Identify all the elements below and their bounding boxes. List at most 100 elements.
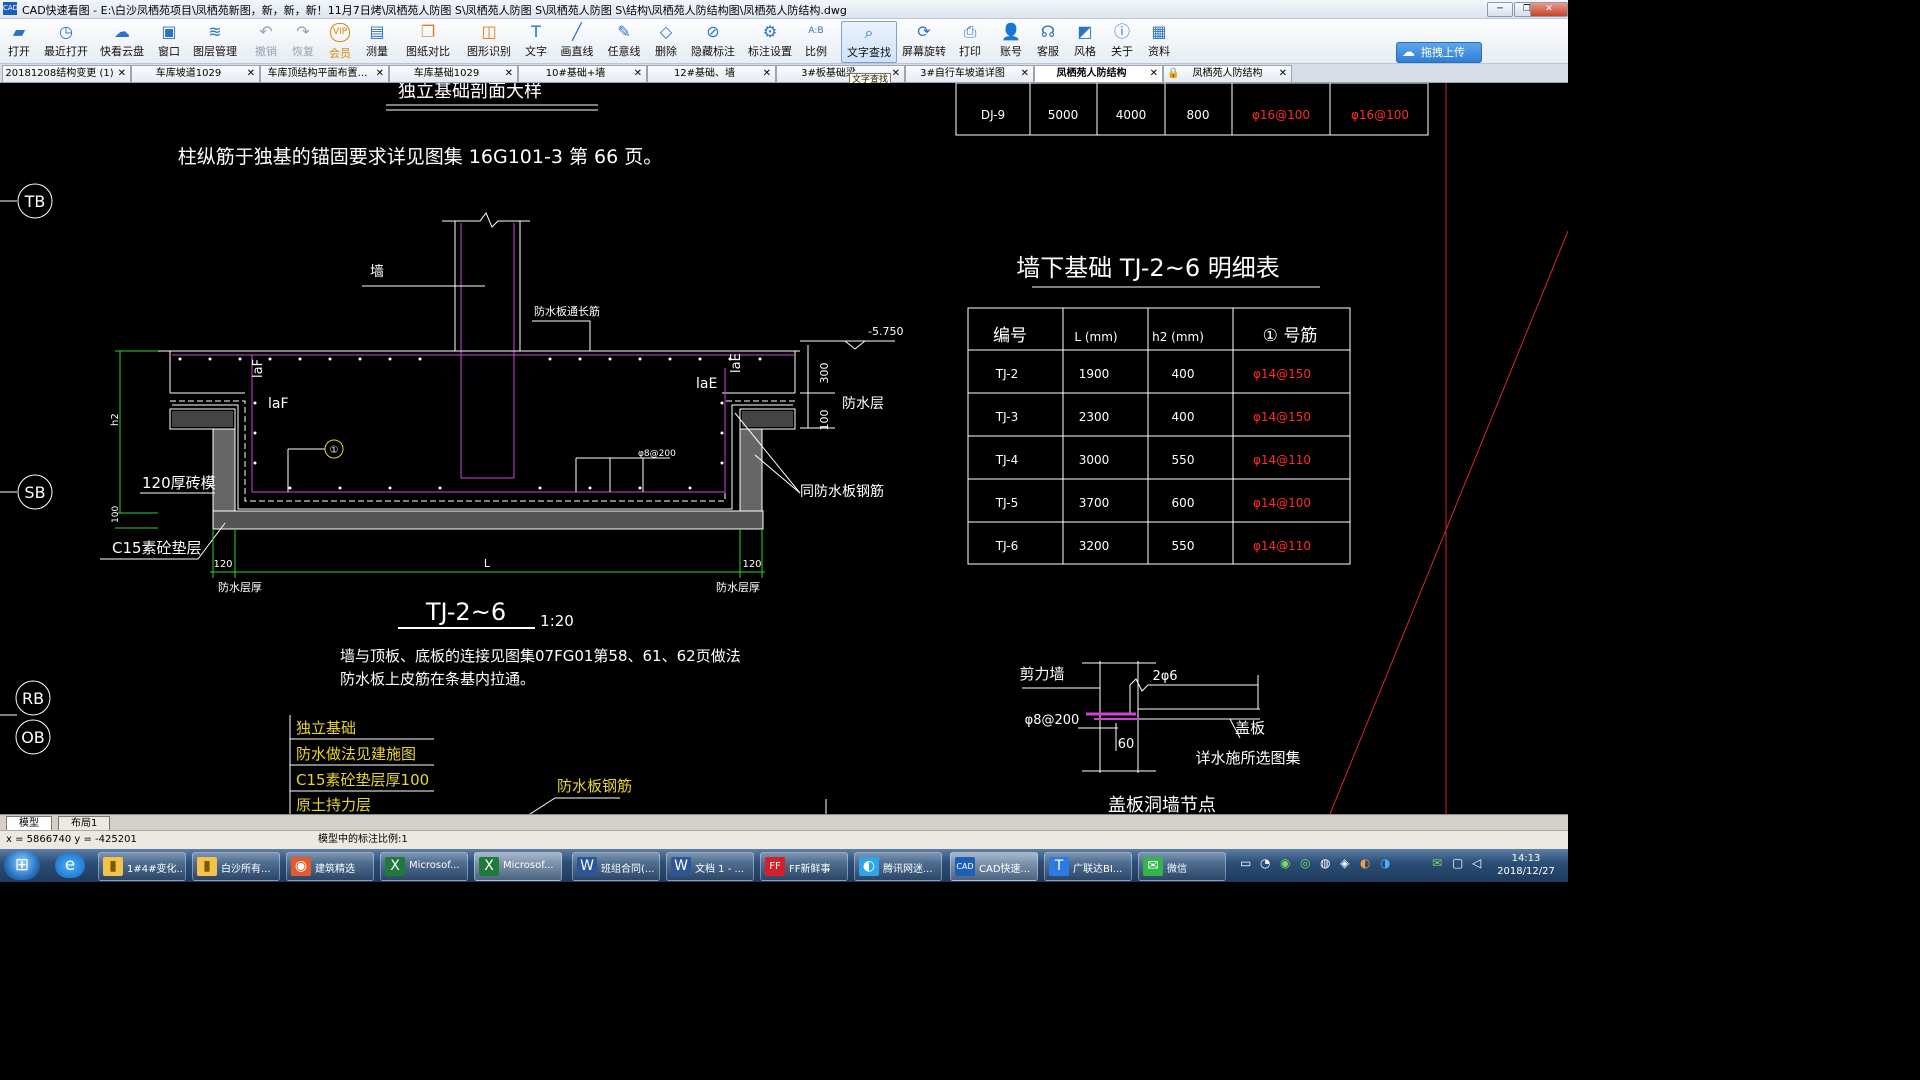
recognize-button[interactable]: ◫ 图形识别 bbox=[466, 21, 512, 61]
compare-button[interactable]: ❐ 图纸对比 bbox=[405, 21, 451, 61]
drawing-canvas[interactable]: 独立基础剖面大样 柱纵筋于独基的锚固要求详见图集 16G101-3 第 66 页… bbox=[0, 83, 1568, 814]
style-button[interactable]: ◩ 风格 bbox=[1072, 21, 1098, 61]
undo-button[interactable]: ↶ 撤销 bbox=[253, 21, 279, 61]
tray-app-icon-3[interactable]: ◐ bbox=[1360, 856, 1370, 870]
label-detail-reference: 详水施所选图集 bbox=[1195, 749, 1300, 767]
taskbar-item[interactable]: X Microsof... bbox=[380, 852, 468, 881]
service-button[interactable]: ☊ 客服 bbox=[1035, 21, 1061, 61]
detail-title: TJ-2~6 bbox=[425, 598, 506, 626]
doc-tab-active[interactable]: 凤栖苑人防结构 ✕ bbox=[1034, 65, 1163, 82]
resources-button[interactable]: ▦ 资料 bbox=[1146, 21, 1172, 61]
scale-button[interactable]: A:B 比例 bbox=[803, 21, 829, 61]
window-button[interactable]: ▣ 窗口 bbox=[154, 21, 184, 61]
ie-icon[interactable]: e bbox=[55, 853, 85, 878]
doc-tab[interactable]: 车库坡道1029 ✕ bbox=[131, 65, 260, 82]
taskbar-item-active[interactable]: X Microsof... bbox=[474, 852, 562, 881]
ruler-icon: ▤ bbox=[369, 22, 385, 41]
layers-button[interactable]: ≋ 图层管理 bbox=[193, 21, 237, 61]
document-tabs: 20181208结构变更 (1) ✕ 车库坡道1029 ✕ 车库顶结构平面布置… ✕ … bbox=[0, 64, 1568, 83]
monitor-icon[interactable]: ▢ bbox=[1452, 856, 1463, 870]
tab-close-icon[interactable]: ✕ bbox=[1021, 66, 1029, 82]
layout1-tab[interactable]: 布局1 bbox=[58, 816, 111, 831]
green-app-icon[interactable]: ◉ bbox=[1280, 856, 1290, 870]
redo-button[interactable]: ↷ 恢复 bbox=[290, 21, 316, 61]
delete-button[interactable]: ◇ 删除 bbox=[653, 21, 679, 61]
app-icon: CAD bbox=[3, 2, 18, 15]
taskbar-item[interactable]: ▮ 1#4#变化... bbox=[98, 852, 186, 881]
taskbar-item[interactable]: ◐ 腾讯网迷... bbox=[854, 852, 942, 881]
taskbar-item[interactable]: ▮ 白沙所有... bbox=[192, 852, 280, 881]
doc-tab[interactable]: 车库基础1029 ✕ bbox=[389, 65, 518, 82]
clock-date: 2018/12/27 bbox=[1497, 866, 1555, 877]
close-button[interactable]: ✕ bbox=[1530, 2, 1568, 17]
keyboard-icon[interactable]: ▭ bbox=[1240, 856, 1251, 870]
doc-tab[interactable]: 车库顶结构平面布置… ✕ bbox=[260, 65, 389, 82]
doc-tab[interactable]: 10#基础+墙 ✕ bbox=[518, 65, 647, 82]
tab-close-icon[interactable]: ✕ bbox=[376, 66, 384, 82]
main-toolbar: ▰ 打开 ◷ 最近打开 ☁ 快看云盘 ▣ 窗口 ≋ 图层管理 ↶ 撤销 ↷ 恢复 VIP 会员 … bbox=[0, 19, 1568, 64]
minimize-button[interactable]: ─ bbox=[1487, 2, 1513, 17]
hide-button[interactable]: ⊘ 隐藏标注 bbox=[690, 21, 736, 61]
style-icon: ◩ bbox=[1077, 22, 1093, 41]
recent-button[interactable]: ◷ 最近打开 bbox=[42, 21, 90, 61]
doc-tab[interactable]: 20181208结构变更 (1) ✕ bbox=[2, 65, 131, 82]
clock[interactable]: 14:13 2018/12/27 bbox=[1490, 852, 1562, 878]
vip-icon: VIP bbox=[330, 23, 350, 42]
word-icon: W bbox=[671, 857, 691, 876]
t-icon: T bbox=[1049, 857, 1069, 876]
doc-tab[interactable]: 🔒 凤栖苑人防结构 ✕ bbox=[1163, 65, 1292, 82]
open-button[interactable]: ▰ 打开 bbox=[4, 21, 34, 61]
windows-start-icon[interactable]: ⊞ bbox=[4, 851, 40, 880]
account-button[interactable]: 👤 账号 bbox=[998, 21, 1024, 61]
tab-close-icon[interactable]: ✕ bbox=[763, 66, 771, 82]
scale-text: 模型中的标注比例:1 bbox=[318, 834, 408, 845]
rotate-button[interactable]: ⟳ 屏幕旋转 bbox=[901, 21, 947, 61]
taskbar-item-active[interactable]: CAD CAD快速... bbox=[950, 852, 1038, 881]
freeline-button[interactable]: ✎ 任意线 bbox=[606, 21, 642, 61]
text-button[interactable]: T 文字 bbox=[523, 21, 549, 61]
text-search-button[interactable]: ⌕ 文字查找 bbox=[841, 21, 897, 63]
tab-close-icon[interactable]: ✕ bbox=[1279, 66, 1287, 82]
top-title: 独立基础剖面大样 bbox=[398, 83, 542, 102]
taskbar-item[interactable]: ◉ 建筑精选 bbox=[286, 852, 374, 881]
cloud-upload-icon: ☁ bbox=[1402, 45, 1415, 60]
doc-tab[interactable]: 12#基础、墙 ✕ bbox=[647, 65, 776, 82]
text-search-icon: ⌕ bbox=[864, 23, 874, 42]
about-button[interactable]: ⓘ 关于 bbox=[1109, 21, 1135, 61]
print-button[interactable]: ⎙ 打印 bbox=[957, 21, 983, 61]
dim-100: 100 bbox=[818, 410, 831, 431]
svg-text:φ14@100: φ14@100 bbox=[1253, 496, 1311, 510]
tray-app-icon-2[interactable]: ◈ bbox=[1340, 856, 1349, 870]
taskbar-item[interactable]: ✉ 微信 bbox=[1138, 852, 1226, 881]
wechat-tray-icon[interactable]: ✉ bbox=[1432, 856, 1442, 870]
tab-close-icon[interactable]: ✕ bbox=[247, 66, 255, 82]
tray-app-icon[interactable]: ◍ bbox=[1320, 856, 1330, 870]
table-title: 墙下基础 TJ-2~6 明细表 bbox=[1016, 254, 1279, 282]
tray-app-icon-4[interactable]: ◑ bbox=[1380, 856, 1390, 870]
vip-button[interactable]: VIP 会员 bbox=[327, 21, 353, 61]
upload-button[interactable]: ☁ 拖拽上传 bbox=[1396, 42, 1482, 63]
tab-close-icon[interactable]: ✕ bbox=[505, 66, 513, 82]
network-icon[interactable]: ◔ bbox=[1260, 856, 1270, 870]
volume-icon[interactable]: ◁ bbox=[1472, 856, 1481, 870]
tab-close-icon[interactable]: ✕ bbox=[892, 66, 900, 82]
label-2phi6: 2φ6 bbox=[1152, 669, 1177, 684]
taskbar-item[interactable]: W 文档 1 - ... bbox=[666, 852, 754, 881]
tab-close-icon[interactable]: ✕ bbox=[118, 66, 126, 82]
elevation-label: -5.750 bbox=[868, 325, 903, 338]
taskbar-item[interactable]: T 广联达BI... bbox=[1044, 852, 1132, 881]
svg-text:TJ-3: TJ-3 bbox=[995, 410, 1018, 424]
table-header-h2: h2 (mm) bbox=[1152, 330, 1204, 344]
green-app-icon-2[interactable]: ◎ bbox=[1300, 856, 1310, 870]
model-tab[interactable]: 模型 bbox=[6, 816, 52, 831]
doc-tab[interactable]: 3#自行车坡道详图 ✕ bbox=[905, 65, 1034, 82]
tab-close-icon[interactable]: ✕ bbox=[1150, 66, 1158, 82]
measure-button[interactable]: ▤ 测量 bbox=[364, 21, 390, 61]
tab-close-icon[interactable]: ✕ bbox=[634, 66, 642, 82]
line-button[interactable]: ╱ 画直线 bbox=[559, 21, 595, 61]
taskbar-item[interactable]: W 班组合同(... bbox=[572, 852, 660, 881]
taskbar-item[interactable]: FF FF新鲜事 bbox=[760, 852, 848, 881]
cloud-icon: ☁ bbox=[114, 22, 130, 41]
cloud-button[interactable]: ☁ 快看云盘 bbox=[99, 21, 145, 61]
dimset-button[interactable]: ⚙ 标注设置 bbox=[747, 21, 793, 61]
